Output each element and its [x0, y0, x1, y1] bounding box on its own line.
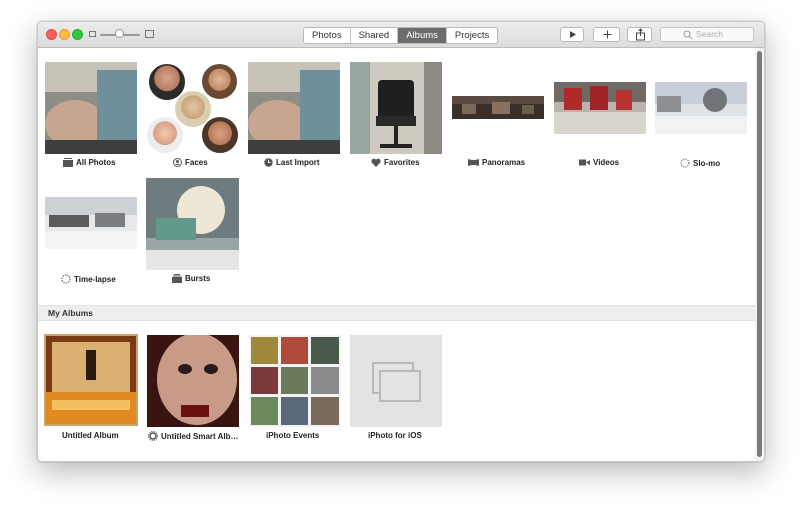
album-thumbnail-faces[interactable] — [146, 62, 240, 154]
share-icon — [636, 28, 645, 41]
zoom-button[interactable] — [72, 29, 83, 40]
album-label-time-lapse[interactable]: Time-lapse — [61, 274, 116, 284]
album-label-favorites[interactable]: Favorites — [371, 158, 420, 167]
heart-icon — [371, 158, 381, 167]
clock-icon — [264, 158, 273, 167]
album-thumbnail-last-import[interactable] — [248, 62, 340, 154]
close-button[interactable] — [46, 29, 57, 40]
panorama-icon — [468, 159, 479, 166]
album-thumbnail-iphoto-events[interactable] — [249, 335, 341, 427]
albums-view: All Photos Faces Last Import Favorites P… — [38, 48, 755, 461]
tab-albums[interactable]: Albums — [398, 28, 447, 43]
album-label-faces[interactable]: Faces — [173, 158, 208, 167]
search-field[interactable]: Search — [660, 27, 754, 42]
album-thumbnail-slo-mo[interactable] — [655, 82, 747, 134]
tab-photos[interactable]: Photos — [304, 28, 351, 43]
album-thumbnail-untitled-smart-album[interactable] — [147, 335, 239, 427]
album-thumbnail-time-lapse[interactable] — [45, 197, 137, 249]
my-albums-header: My Albums — [38, 305, 755, 321]
scrollbar-thumb[interactable] — [757, 51, 762, 457]
vertical-scrollbar[interactable] — [755, 48, 764, 461]
video-camera-icon — [579, 159, 590, 166]
album-label-bursts[interactable]: Bursts — [172, 274, 210, 283]
search-icon — [683, 30, 693, 40]
album-thumbnail-bursts[interactable] — [146, 178, 239, 270]
album-label-panoramas[interactable]: Panoramas — [468, 158, 525, 167]
album-label-iphoto-events[interactable]: iPhoto Events — [266, 431, 319, 440]
album-thumbnail-all-photos[interactable] — [45, 62, 137, 154]
title-bar: Photos Shared Albums Projects Search — [38, 22, 764, 48]
view-tabs: Photos Shared Albums Projects — [303, 27, 499, 44]
share-button[interactable] — [627, 27, 652, 42]
album-thumbnail-favorites[interactable] — [350, 62, 442, 154]
large-thumbnail-icon — [145, 30, 154, 38]
photos-stack-icon — [63, 158, 73, 167]
add-button[interactable] — [593, 27, 620, 42]
tab-projects[interactable]: Projects — [447, 28, 497, 43]
album-thumbnail-iphoto-for-ios[interactable] — [350, 335, 442, 427]
album-thumbnail-panoramas[interactable] — [452, 96, 544, 119]
search-placeholder: Search — [696, 29, 723, 39]
album-label-untitled-album[interactable]: Untitled Album — [62, 431, 119, 440]
album-label-iphoto-for-ios[interactable]: iPhoto for iOS — [368, 431, 422, 440]
small-thumbnail-icon — [89, 31, 96, 37]
album-label-slo-mo[interactable]: Slo-mo — [680, 158, 720, 168]
face-circle — [201, 116, 239, 154]
slo-mo-icon — [680, 158, 690, 168]
album-label-videos[interactable]: Videos — [579, 158, 619, 167]
time-lapse-icon — [61, 274, 71, 284]
empty-album-icon — [372, 362, 421, 402]
tab-shared[interactable]: Shared — [351, 28, 399, 43]
minimize-button[interactable] — [59, 29, 70, 40]
slideshow-button[interactable] — [560, 27, 584, 42]
bursts-icon — [172, 274, 182, 283]
plus-icon — [603, 30, 612, 39]
face-icon — [173, 158, 182, 167]
slider-knob[interactable] — [115, 29, 124, 38]
photos-window: Photos Shared Albums Projects Search All… — [37, 21, 765, 462]
face-circle — [201, 63, 238, 100]
album-thumbnail-videos[interactable] — [554, 82, 646, 134]
album-thumbnail-untitled-album[interactable] — [44, 334, 138, 426]
album-label-all-photos[interactable]: All Photos — [63, 158, 116, 167]
face-circle — [146, 116, 184, 154]
gear-icon — [148, 431, 158, 441]
album-label-last-import[interactable]: Last Import — [264, 158, 320, 167]
album-label-untitled-smart-album[interactable]: Untitled Smart Alb… — [148, 431, 238, 441]
play-icon — [570, 31, 576, 38]
section-title: My Albums — [48, 308, 94, 318]
